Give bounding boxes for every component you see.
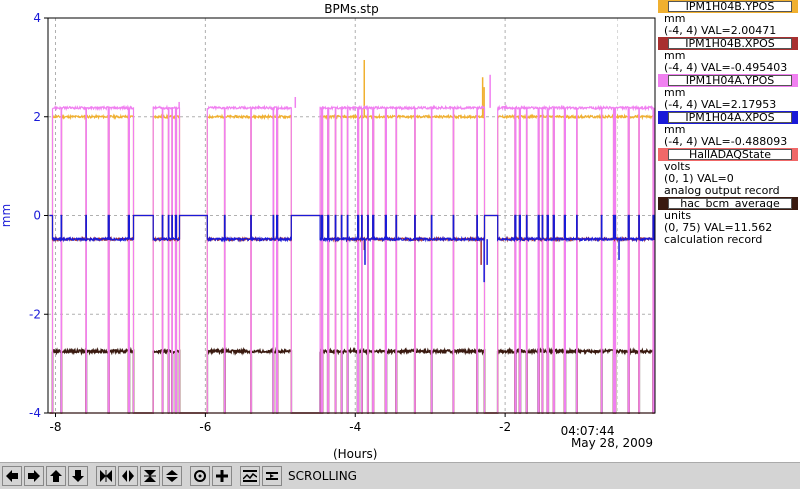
legend-detail-line: (-4, 4) VAL=2.17953 — [664, 98, 777, 111]
legend-entry[interactable]: hac_bcm_average units (0, 75) VAL=11.562 ca… — [658, 197, 800, 246]
x-tick-label: -8 — [50, 420, 62, 434]
x-tick-label: -6 — [199, 420, 211, 434]
legend-entry[interactable]: IPM1H04B.XPOS mm (-4, 4) VAL=-0.495403 — [658, 37, 800, 74]
legend-series-name: IPM1H04A.YPOS — [668, 75, 792, 86]
arrow-left-icon[interactable] — [2, 466, 22, 486]
legend-detail-line: (-4, 4) VAL=2.00471 — [664, 24, 777, 37]
legend-series-name: IPM1H04B.YPOS — [668, 1, 792, 12]
y-tick-label: 4 — [33, 11, 41, 25]
zoom-in-horizontal-icon[interactable] — [96, 466, 116, 486]
date-label: May 28, 2009 — [571, 436, 653, 450]
legend-series-name: IPM1H04A.XPOS — [668, 112, 792, 123]
y-tick-label: 0 — [33, 209, 41, 223]
x-axis-label: (Hours) — [333, 447, 378, 461]
strip-chart: 4 2 0 -2 -4 -8 -6 -4 -2 BPMs.stp (Hours) 04:07:44 Ma… — [0, 0, 660, 462]
legend-entry[interactable]: HallADAQState volts (0, 1) VAL=0 analog out… — [658, 148, 800, 197]
legend-series-name: IPM1H04B.XPOS — [668, 38, 792, 49]
legend-series-name: HallADAQState — [668, 149, 792, 160]
zoom-out-vertical-icon[interactable] — [162, 466, 182, 486]
legend-detail-line: (-4, 4) VAL=-0.488093 — [664, 135, 788, 148]
chart-title: BPMs.stp — [324, 2, 378, 16]
y-tick-label: -2 — [29, 307, 41, 321]
arrow-down-icon[interactable] — [68, 466, 88, 486]
zoom-out-horizontal-icon[interactable] — [118, 466, 138, 486]
toolbar: SCROLLING — [0, 462, 800, 489]
arrow-up-icon[interactable] — [46, 466, 66, 486]
legend-detail-line: calculation record — [664, 233, 763, 246]
x-tick-label: -2 — [499, 420, 511, 434]
x-tick-label: -4 — [349, 420, 361, 434]
mode-label: SCROLLING — [288, 469, 357, 483]
y-axis-label: mm — [0, 204, 13, 227]
legend-entry[interactable]: IPM1H04A.XPOS mm (-4, 4) VAL=-0.488093 — [658, 111, 800, 148]
legend-panel: IPM1H04B.YPOS mm (-4, 4) VAL=2.00471 IPM1H0… — [658, 0, 800, 462]
auto-scale-icon[interactable] — [190, 466, 210, 486]
legend-detail-line: (-4, 4) VAL=-0.495403 — [664, 61, 788, 74]
y-tick-label: 2 — [33, 110, 41, 124]
zoom-icon[interactable] — [212, 466, 232, 486]
scroll-mode-icon[interactable] — [262, 466, 282, 486]
legend-entry[interactable]: IPM1H04A.YPOS mm (-4, 4) VAL=2.17953 — [658, 74, 800, 111]
chart-svg: 420-2-4-8 -6 -4 -2BPMs.stp(Hours)04:07:44Ma… — [0, 2, 656, 461]
y-tick-label: -4 — [29, 406, 41, 420]
legend-detail-line: analog output record — [664, 184, 780, 197]
arrow-right-icon[interactable] — [24, 466, 44, 486]
config-icon[interactable] — [240, 466, 260, 486]
legend-entry[interactable]: IPM1H04B.YPOS mm (-4, 4) VAL=2.00471 — [658, 0, 800, 37]
legend-series-name: hac_bcm_average — [668, 198, 792, 209]
zoom-in-vertical-icon[interactable] — [140, 466, 160, 486]
